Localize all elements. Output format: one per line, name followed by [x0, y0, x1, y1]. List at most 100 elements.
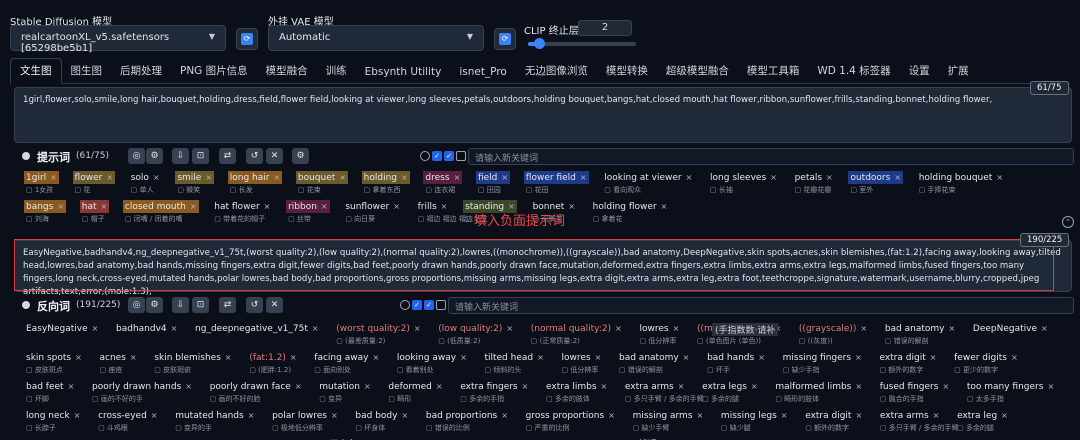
trash-icon[interactable]: ✕	[266, 148, 283, 164]
close-icon[interactable]: ×	[1041, 324, 1048, 333]
import-icon[interactable]: ⇩	[172, 297, 189, 313]
negative-tag[interactable]: (normal quality:2) ×	[529, 322, 624, 335]
expand-icon[interactable]	[22, 152, 30, 160]
positive-tag[interactable]: holding bouquet ×	[917, 171, 1005, 184]
close-icon[interactable]: ×	[933, 411, 940, 420]
negative-new-tag-input[interactable]: 请输入新关键词	[448, 297, 1074, 314]
positive-tag[interactable]: petals ×	[793, 171, 835, 184]
bookmark-icon[interactable]: ⊡	[192, 297, 209, 313]
negative-tag[interactable]: too many fingers ×	[965, 380, 1056, 393]
close-icon[interactable]: ×	[264, 202, 271, 211]
gear-icon[interactable]: ⚙	[146, 148, 163, 164]
close-icon[interactable]: ×	[248, 411, 255, 420]
close-icon[interactable]: ×	[401, 411, 408, 420]
close-icon[interactable]: ×	[401, 173, 408, 182]
positive-tag[interactable]: solo ×	[129, 171, 162, 184]
close-icon[interactable]: ×	[331, 411, 338, 420]
refresh-model-button[interactable]: ⟳	[236, 28, 258, 50]
positive-tag[interactable]: looking at viewer ×	[602, 171, 694, 184]
close-icon[interactable]: ×	[372, 353, 379, 362]
negative-tag[interactable]: missing legs ×	[719, 409, 790, 422]
close-icon[interactable]: ×	[153, 173, 160, 182]
negative-tag[interactable]: extra digit ×	[803, 409, 864, 422]
close-icon[interactable]: ×	[860, 324, 867, 333]
negative-tag[interactable]: fewer digits ×	[952, 351, 1020, 364]
close-icon[interactable]: ×	[339, 173, 346, 182]
negative-tag[interactable]: missing arms ×	[631, 409, 706, 422]
tab-11[interactable]: 模型工具箱	[738, 63, 809, 83]
positive-tag[interactable]: frills ×	[416, 200, 450, 213]
negative-tag[interactable]: poorly drawn face ×	[208, 380, 304, 393]
negative-tag[interactable]: lowres ×	[560, 351, 604, 364]
negative-tag[interactable]: poorly drawn hands ×	[90, 380, 194, 393]
close-icon[interactable]: ×	[460, 353, 467, 362]
close-icon[interactable]: ×	[678, 382, 685, 391]
close-icon[interactable]: ×	[673, 324, 680, 333]
close-icon[interactable]: ×	[770, 173, 777, 182]
negative-tag[interactable]: gross proportions ×	[524, 409, 617, 422]
negative-tag[interactable]: facing away ×	[312, 351, 381, 364]
import-icon[interactable]: ⇩	[172, 148, 189, 164]
close-icon[interactable]: ×	[106, 173, 113, 182]
negative-tag[interactable]: looking away ×	[395, 351, 469, 364]
close-icon[interactable]: ×	[608, 411, 615, 420]
close-icon[interactable]: ×	[312, 324, 319, 333]
close-icon[interactable]: ×	[50, 173, 57, 182]
negative-tag[interactable]: (worst quality:2) ×	[334, 322, 422, 335]
positive-tag[interactable]: hat ×	[79, 200, 110, 213]
negative-tag[interactable]: bad feet ×	[24, 380, 76, 393]
vae-select[interactable]: Automatic ▼	[268, 25, 484, 51]
close-icon[interactable]: ×	[1011, 353, 1018, 362]
close-icon[interactable]: ×	[1047, 382, 1054, 391]
negative-tag[interactable]: fused fingers ×	[878, 380, 951, 393]
negative-tag[interactable]: EasyNegative ×	[24, 322, 100, 335]
globe-icon[interactable]: ◎	[128, 297, 145, 313]
positive-prompt-textarea[interactable]: 1girl,flower,solo,smile,long hair,bouque…	[14, 87, 1072, 143]
negative-tag[interactable]: bad hands ×	[705, 351, 767, 364]
model-select[interactable]: realcartoonXL_v5.safetensors [65298be5b1…	[10, 25, 226, 54]
close-icon[interactable]: ×	[751, 382, 758, 391]
clock-icon[interactable]	[400, 300, 410, 310]
close-icon[interactable]: ×	[580, 173, 587, 182]
close-icon[interactable]: ×	[1001, 411, 1008, 420]
trash-icon[interactable]: ✕	[266, 297, 283, 313]
positive-tag[interactable]: dress ×	[423, 171, 463, 184]
close-icon[interactable]: ×	[930, 353, 937, 362]
close-icon[interactable]: ×	[225, 353, 232, 362]
close-icon[interactable]: ×	[948, 324, 955, 333]
close-icon[interactable]: ×	[996, 173, 1003, 182]
close-icon[interactable]: ×	[661, 202, 668, 211]
close-icon[interactable]: ×	[855, 382, 862, 391]
negative-tag[interactable]: (low quality:2) ×	[436, 322, 515, 335]
negative-tag[interactable]: ((grayscale)) ×	[797, 322, 869, 335]
close-icon[interactable]: ×	[686, 173, 693, 182]
negative-tag[interactable]: missing fingers ×	[781, 351, 864, 364]
close-icon[interactable]: ×	[855, 411, 862, 420]
close-icon[interactable]: ×	[501, 173, 508, 182]
close-icon[interactable]: ×	[758, 353, 765, 362]
close-icon[interactable]: ×	[615, 324, 622, 333]
close-icon[interactable]: ×	[601, 382, 608, 391]
negative-tag[interactable]: DeepNegative ×	[971, 322, 1050, 335]
negative-tag[interactable]: extra fingers ×	[458, 380, 530, 393]
negative-tag[interactable]: extra limbs ×	[544, 380, 609, 393]
negative-tag[interactable]: extra arms ×	[623, 380, 687, 393]
negative-tag[interactable]: extra arms ×	[878, 409, 942, 422]
positive-tag[interactable]: sunflower ×	[343, 200, 402, 213]
refresh-vae-button[interactable]: ⟳	[494, 28, 516, 50]
collapse-icon[interactable]: ⌃	[1062, 216, 1074, 228]
negative-tag[interactable]: bad anatomy ×	[617, 351, 691, 364]
expand-icon[interactable]	[22, 301, 30, 309]
close-icon[interactable]: ×	[190, 202, 197, 211]
tab-2[interactable]: 后期处理	[111, 63, 171, 83]
negative-tag[interactable]: (fat:1.2) ×	[247, 351, 298, 364]
positive-tag[interactable]: long hair ×	[227, 171, 283, 184]
negative-tag[interactable]: long neck ×	[24, 409, 82, 422]
close-icon[interactable]: ×	[75, 353, 82, 362]
close-icon[interactable]: ×	[855, 353, 862, 362]
positive-tag[interactable]: long sleeves ×	[708, 171, 779, 184]
option-checkbox[interactable]	[436, 300, 446, 310]
negative-tag[interactable]: acnes ×	[98, 351, 139, 364]
translate-icon[interactable]: ⇄	[219, 297, 236, 313]
close-icon[interactable]: ×	[130, 353, 137, 362]
